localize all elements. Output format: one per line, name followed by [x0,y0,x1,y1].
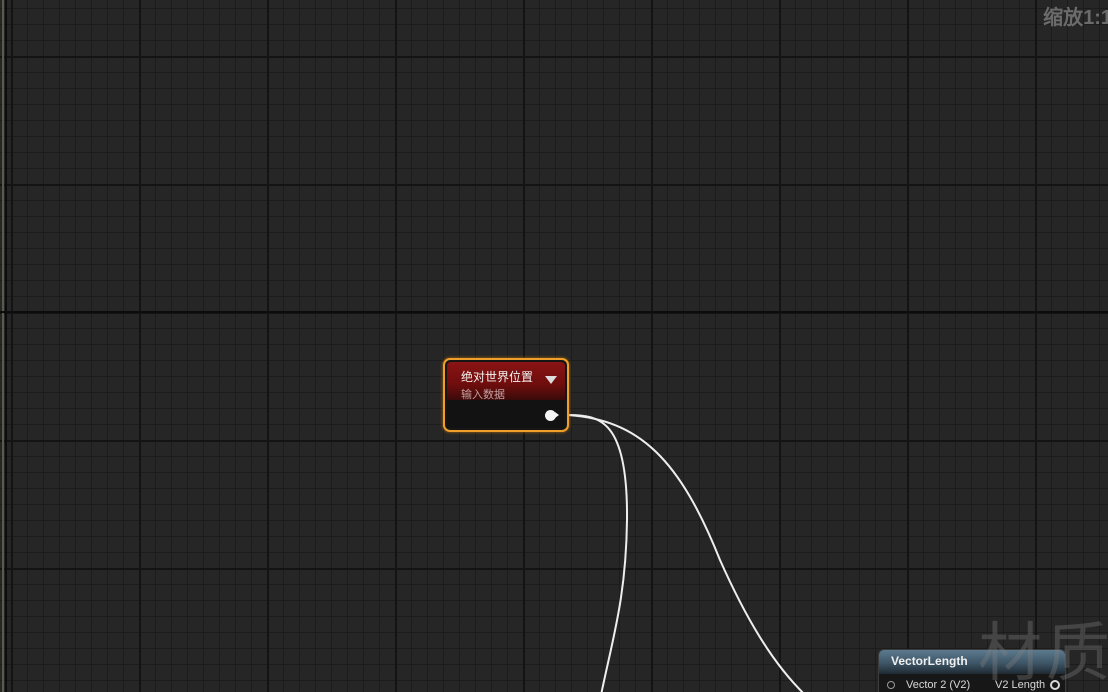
node-title: VectorLength [891,654,968,668]
node-body [447,400,565,428]
node-header[interactable]: 绝对世界位置 输入数据 [447,362,565,401]
material-graph-canvas[interactable]: 缩放1:1 绝对世界位置 输入数据 VectorLength Vector 2 … [0,0,1108,692]
absolute-world-position-node[interactable]: 绝对世界位置 输入数据 [443,358,569,432]
connection-wire-1[interactable] [567,414,629,692]
input-pin-label: Vector 2 (V2) [906,679,971,691]
input-pin-icon[interactable] [887,681,895,689]
chevron-down-icon[interactable] [545,376,557,384]
node-title: 绝对世界位置 [461,370,534,384]
wire-layer [567,414,810,692]
graph-watermark: 材质 [978,617,1108,691]
connection-wire-2[interactable] [567,414,810,692]
pin-arrow-icon [555,412,559,418]
